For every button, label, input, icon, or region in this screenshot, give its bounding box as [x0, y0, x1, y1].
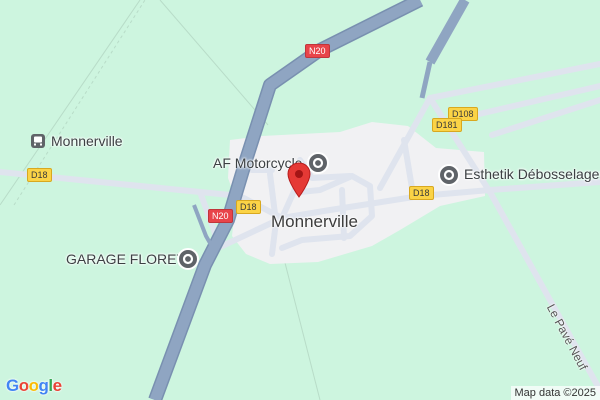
poi-marker-icon[interactable]	[176, 247, 200, 271]
logo-letter: o	[28, 376, 39, 395]
path-track	[159, 0, 269, 126]
route-shield-d18: D18	[27, 168, 52, 182]
poi-marker-icon[interactable]	[437, 163, 461, 187]
bus-station-icon[interactable]	[30, 133, 46, 149]
logo-letter: e	[52, 376, 62, 395]
location-pin-icon[interactable]	[286, 162, 312, 198]
map-attribution[interactable]: Map data ©2025	[510, 386, 600, 400]
logo-letter: o	[18, 376, 29, 395]
route-shield-d181: D181	[432, 118, 462, 132]
map-canvas	[0, 0, 600, 400]
route-shield-d18: D18	[236, 200, 261, 214]
town-label[interactable]: Monnerville	[271, 212, 358, 232]
route-shield-n20: N20	[208, 209, 233, 223]
route-shield-d18: D18	[409, 186, 434, 200]
place-label[interactable]: Monnerville	[51, 133, 123, 149]
poi-label[interactable]: Esthetik Débosselages	[464, 166, 600, 182]
path-track-south	[282, 254, 321, 400]
logo-letter: G	[6, 376, 19, 395]
map-view[interactable]: N20 N20 D18 D18 D18 D108 D181 Le Pavé Ne…	[0, 0, 600, 400]
poi-label[interactable]: GARAGE FLORET	[66, 251, 185, 267]
google-logo: Google	[6, 376, 62, 396]
logo-letter: g	[38, 376, 49, 395]
route-shield-n20: N20	[305, 44, 330, 58]
